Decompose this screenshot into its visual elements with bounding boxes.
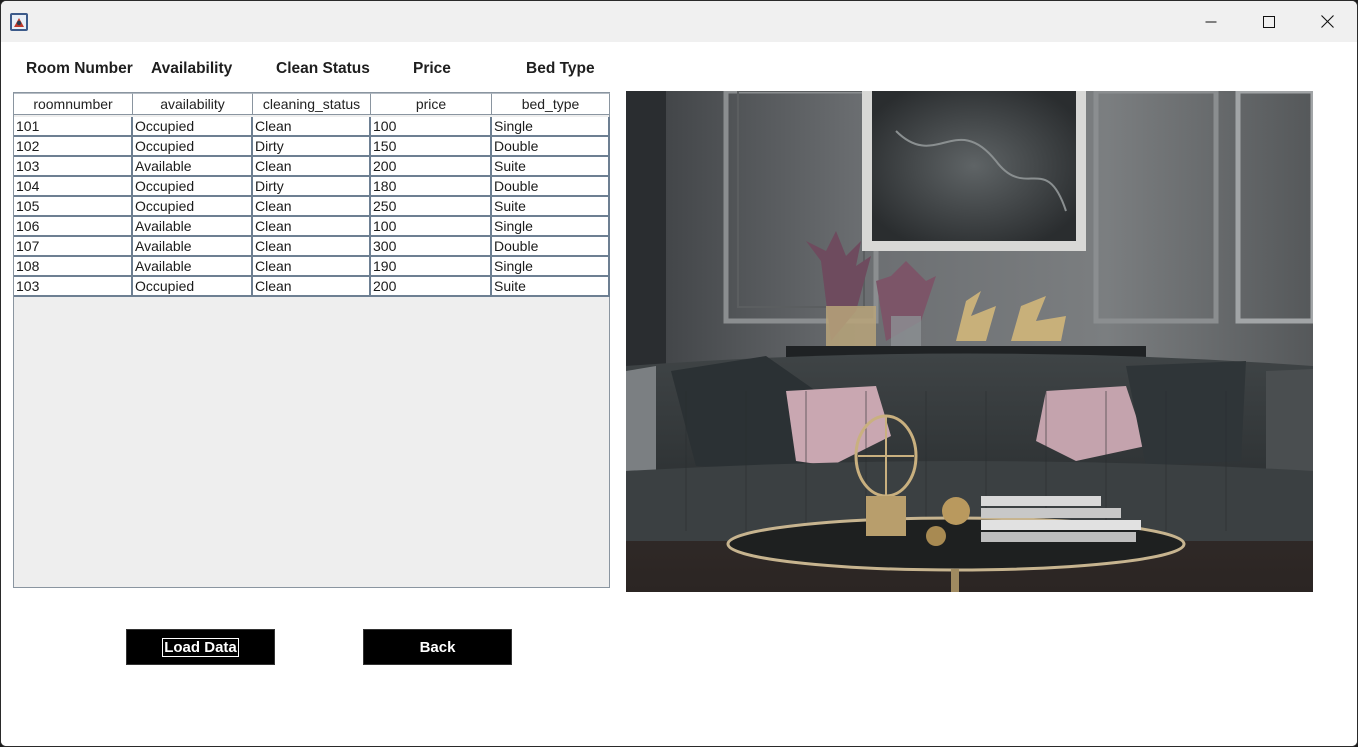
- table-cell-roomnumber[interactable]: 104: [14, 177, 133, 197]
- table-row[interactable]: 105 Occupied Clean 250 Suite: [14, 197, 610, 217]
- app-window: Room Number Availability Clean Status Pr…: [0, 0, 1358, 747]
- table-cell-bed-type[interactable]: Double: [492, 137, 610, 157]
- close-button[interactable]: [1298, 1, 1356, 42]
- table-cell-availability[interactable]: Available: [133, 257, 253, 277]
- table-cell-price[interactable]: 150: [371, 137, 492, 157]
- maximize-button[interactable]: [1240, 1, 1298, 42]
- table-cell-bed-type[interactable]: Single: [492, 257, 610, 277]
- table-header: roomnumber availability cleaning_status …: [14, 93, 610, 117]
- table-cell-availability[interactable]: Occupied: [133, 137, 253, 157]
- table-row[interactable]: 102 Occupied Dirty 150 Double: [14, 137, 610, 157]
- table-cell-cleaning-status[interactable]: Dirty: [253, 177, 371, 197]
- table-cell-roomnumber[interactable]: 103: [14, 277, 133, 297]
- table-cell-roomnumber[interactable]: 101: [14, 117, 133, 137]
- table-row[interactable]: 107 Available Clean 300 Double: [14, 237, 610, 257]
- label-price: Price: [413, 60, 451, 77]
- table-cell-roomnumber[interactable]: 103: [14, 157, 133, 177]
- label-availability: Availability: [151, 60, 233, 77]
- table-cell-bed-type[interactable]: Double: [492, 237, 610, 257]
- table-cell-cleaning-status[interactable]: Clean: [253, 237, 371, 257]
- content-pane: Room Number Availability Clean Status Pr…: [1, 42, 1357, 746]
- table-cell-bed-type[interactable]: Single: [492, 117, 610, 137]
- maximize-icon: [1263, 15, 1275, 28]
- table-cell-availability[interactable]: Available: [133, 217, 253, 237]
- minimize-icon: [1205, 21, 1217, 22]
- table-cell-price[interactable]: 200: [371, 157, 492, 177]
- table-cell-price[interactable]: 100: [371, 117, 492, 137]
- load-data-button[interactable]: Load Data: [126, 629, 275, 665]
- column-header[interactable]: bed_type: [492, 93, 610, 115]
- title-bar[interactable]: [1, 1, 1357, 42]
- column-header[interactable]: price: [371, 93, 492, 115]
- table-cell-roomnumber[interactable]: 107: [14, 237, 133, 257]
- table-cell-availability[interactable]: Occupied: [133, 117, 253, 137]
- column-header[interactable]: cleaning_status: [253, 93, 371, 115]
- table-cell-bed-type[interactable]: Suite: [492, 197, 610, 217]
- table-cell-availability[interactable]: Occupied: [133, 197, 253, 217]
- table-cell-roomnumber[interactable]: 108: [14, 257, 133, 277]
- load-data-button-label: Load Data: [162, 637, 239, 657]
- column-header[interactable]: availability: [133, 93, 253, 115]
- back-button[interactable]: Back: [363, 629, 512, 665]
- table-cell-bed-type[interactable]: Single: [492, 217, 610, 237]
- table-cell-roomnumber[interactable]: 105: [14, 197, 133, 217]
- java-app-icon: [9, 12, 29, 32]
- table-cell-availability[interactable]: Available: [133, 237, 253, 257]
- label-room-number: Room Number: [26, 60, 133, 77]
- table-cell-price[interactable]: 180: [371, 177, 492, 197]
- table-cell-availability[interactable]: Occupied: [133, 277, 253, 297]
- table-cell-bed-type[interactable]: Suite: [492, 157, 610, 177]
- room-photo: [626, 91, 1313, 592]
- rooms-table[interactable]: roomnumber availability cleaning_status …: [13, 92, 610, 588]
- table-cell-cleaning-status[interactable]: Clean: [253, 117, 371, 137]
- table-cell-cleaning-status[interactable]: Dirty: [253, 137, 371, 157]
- table-cell-cleaning-status[interactable]: Clean: [253, 277, 371, 297]
- column-header[interactable]: roomnumber: [14, 93, 133, 115]
- table-cell-roomnumber[interactable]: 106: [14, 217, 133, 237]
- table-cell-price[interactable]: 250: [371, 197, 492, 217]
- label-clean-status: Clean Status: [276, 60, 370, 77]
- table-row[interactable]: 101 Occupied Clean 100 Single: [14, 117, 610, 137]
- table-row[interactable]: 103 Available Clean 200 Suite: [14, 157, 610, 177]
- table-cell-bed-type[interactable]: Suite: [492, 277, 610, 297]
- table-cell-cleaning-status[interactable]: Clean: [253, 217, 371, 237]
- table-body: 101 Occupied Clean 100 Single 102 Occupied Dirt…: [14, 117, 610, 297]
- close-icon: [1320, 15, 1334, 28]
- table-cell-price[interactable]: 300: [371, 237, 492, 257]
- table-cell-price[interactable]: 190: [371, 257, 492, 277]
- table-cell-price[interactable]: 100: [371, 217, 492, 237]
- table-row[interactable]: 106 Available Clean 100 Single: [14, 217, 610, 237]
- back-button-label: Back: [419, 638, 456, 656]
- table-cell-bed-type[interactable]: Double: [492, 177, 610, 197]
- table-cell-price[interactable]: 200: [371, 277, 492, 297]
- table-cell-availability[interactable]: Available: [133, 157, 253, 177]
- table-row[interactable]: 104 Occupied Dirty 180 Double: [14, 177, 610, 197]
- table-cell-roomnumber[interactable]: 102: [14, 137, 133, 157]
- table-row[interactable]: 103 Occupied Clean 200 Suite: [14, 277, 610, 297]
- table-row[interactable]: 108 Available Clean 190 Single: [14, 257, 610, 277]
- table-cell-availability[interactable]: Occupied: [133, 177, 253, 197]
- label-bed-type: Bed Type: [526, 60, 595, 77]
- table-cell-cleaning-status[interactable]: Clean: [253, 157, 371, 177]
- minimize-button[interactable]: [1182, 1, 1240, 42]
- table-cell-cleaning-status[interactable]: Clean: [253, 197, 371, 217]
- table-cell-cleaning-status[interactable]: Clean: [253, 257, 371, 277]
